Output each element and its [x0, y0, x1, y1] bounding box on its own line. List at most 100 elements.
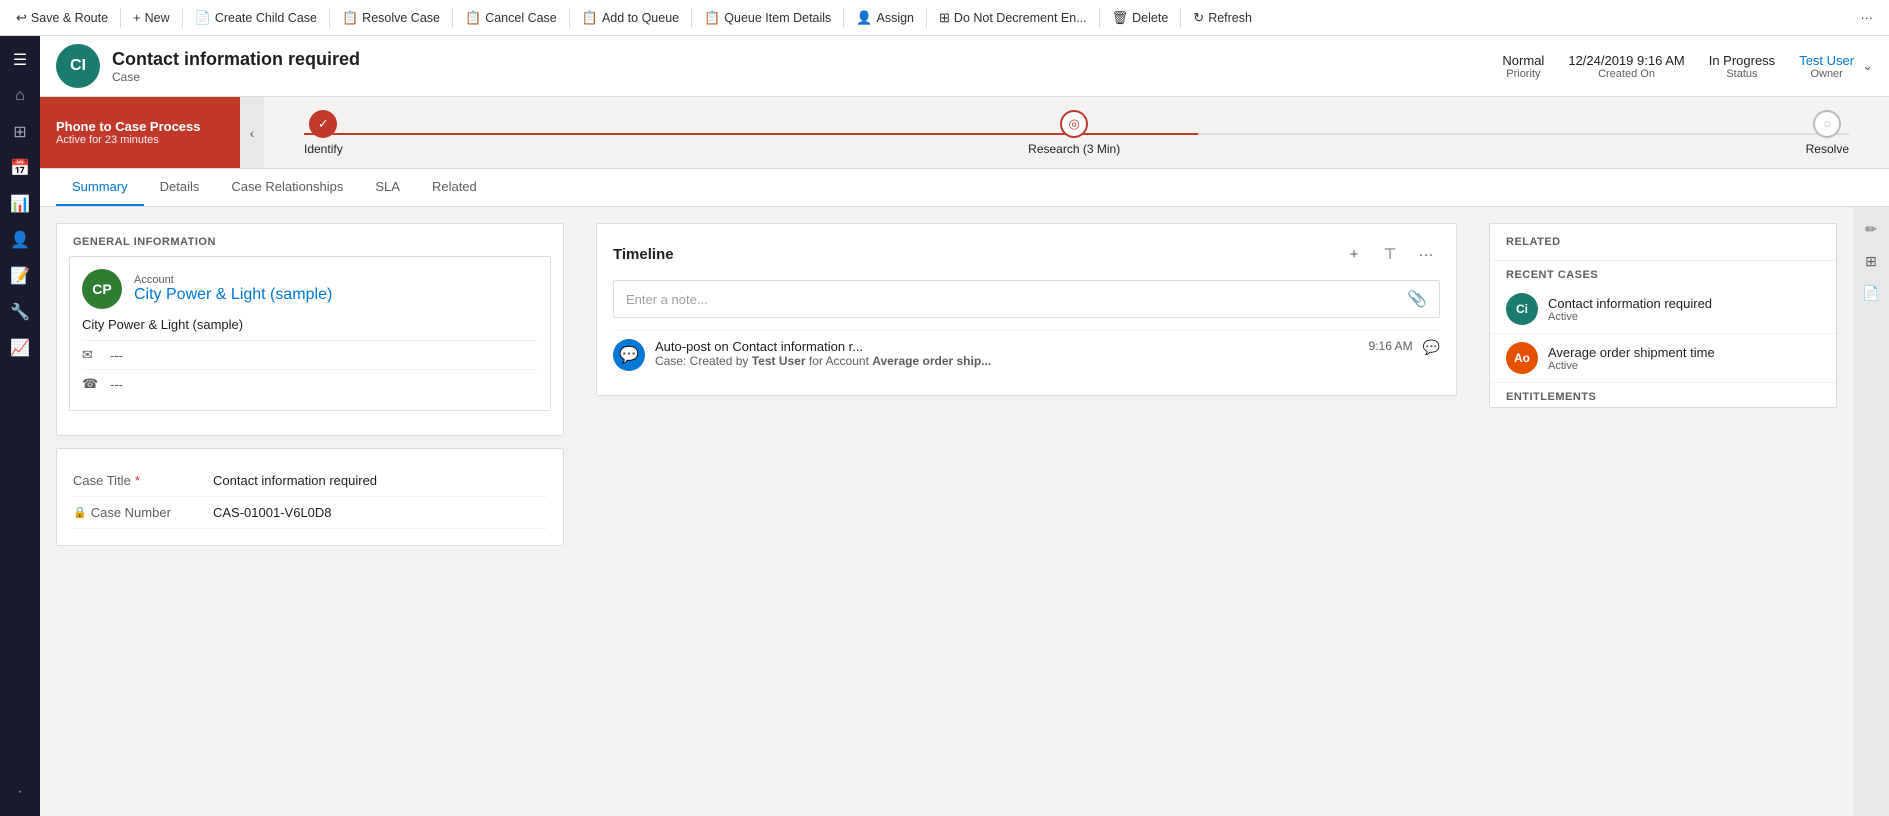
- do-not-decrement-icon: ⊞: [939, 10, 950, 26]
- timeline-item-title: Auto-post on Contact information r...: [655, 339, 1359, 354]
- note-placeholder: Enter a note...: [626, 292, 1407, 307]
- toolbar-separator-2: [182, 8, 183, 28]
- process-phase[interactable]: Phone to Case Process Active for 23 minu…: [40, 97, 240, 168]
- sidebar-settings-icon[interactable]: ·: [4, 776, 36, 808]
- sidebar-menu-icon[interactable]: ☰: [4, 44, 36, 76]
- sidebar-dashboards-icon[interactable]: 📊: [4, 188, 36, 220]
- recent-case-item-2[interactable]: Ao Average order shipment time Active: [1490, 334, 1836, 383]
- far-right-doc-icon[interactable]: 📄: [1857, 279, 1885, 307]
- case-info-card: Case Title * Contact information require…: [56, 448, 564, 546]
- step-identify-circle: ✓: [309, 110, 337, 138]
- meta-status: In Progress Status: [1709, 53, 1775, 80]
- record-subtitle: Case: [112, 70, 1502, 84]
- account-top: CP Account City Power & Light (sample): [82, 269, 538, 309]
- record-header: CI Contact information required Case Nor…: [40, 36, 1889, 97]
- header-chevron-icon[interactable]: ⌄: [1862, 58, 1873, 74]
- step-resolve-label: Resolve: [1806, 142, 1849, 156]
- do-not-decrement-button[interactable]: ⊞ Do Not Decrement En...: [931, 6, 1095, 30]
- sidebar-contacts-icon[interactable]: 👤: [4, 224, 36, 256]
- queue-details-button[interactable]: 📋 Queue Item Details: [696, 6, 839, 30]
- delete-button[interactable]: 🗑 Delete: [1104, 6, 1177, 30]
- timeline-actions: + ⊤ ···: [1340, 240, 1440, 268]
- refresh-button[interactable]: ↻ Refresh: [1185, 6, 1260, 30]
- account-sub-name: City Power & Light (sample): [82, 317, 538, 332]
- toolbar-separator-9: [1099, 8, 1100, 28]
- timeline-item-menu-icon[interactable]: 💬: [1423, 339, 1440, 356]
- account-name-link[interactable]: City Power & Light (sample): [134, 286, 332, 304]
- panel-general-info: GENERAL INFORMATION CP Account City Powe…: [40, 207, 580, 816]
- resolve-case-button[interactable]: 📋 Resolve Case: [334, 6, 448, 30]
- sidebar-tools-icon[interactable]: 🔧: [4, 296, 36, 328]
- toolbar-separator-7: [843, 8, 844, 28]
- related-title: RELATED: [1490, 224, 1836, 261]
- recent-case-info-1: Contact information required Active: [1548, 296, 1712, 323]
- sidebar-reports-icon[interactable]: 📈: [4, 332, 36, 364]
- lock-icon: 🔒: [73, 506, 87, 519]
- header-meta: Normal Priority 12/24/2019 9:16 AM Creat…: [1502, 53, 1854, 80]
- step-research-circle: ◎: [1060, 110, 1088, 138]
- account-avatar: CP: [82, 269, 122, 309]
- tab-details[interactable]: Details: [144, 169, 216, 206]
- record-title: Contact information required: [112, 49, 1502, 70]
- tab-summary[interactable]: Summary: [56, 169, 144, 206]
- cancel-case-button[interactable]: 📋 Cancel Case: [457, 6, 565, 30]
- sidebar-home-icon[interactable]: ⌂: [4, 80, 36, 112]
- app-container: ☰ ⌂ ⊞ 📅 📊 👤 📝 🔧 📈 · CI Contact informati…: [0, 36, 1889, 816]
- recent-case-2-title: Average order shipment time: [1548, 345, 1715, 360]
- sidebar-notes-icon[interactable]: 📝: [4, 260, 36, 292]
- timeline-item: 💬 Auto-post on Contact information r... …: [613, 330, 1440, 379]
- new-button[interactable]: + New: [125, 6, 178, 29]
- attach-icon[interactable]: 📎: [1407, 289, 1427, 309]
- recent-case-info-2: Average order shipment time Active: [1548, 345, 1715, 372]
- timeline-item-content: Auto-post on Contact information r... Ca…: [655, 339, 1359, 368]
- process-step-identify[interactable]: ✓ Identify: [304, 110, 343, 156]
- tab-related[interactable]: Related: [416, 169, 493, 206]
- far-right-grid-icon[interactable]: ⊞: [1857, 247, 1885, 275]
- timeline-item-time: 9:16 AM: [1369, 339, 1413, 353]
- case-title-row: Case Title * Contact information require…: [73, 465, 547, 497]
- recent-case-2-status: Active: [1548, 360, 1715, 372]
- related-card: RELATED RECENT CASES Ci Contact informat…: [1489, 223, 1837, 408]
- meta-created-on: 12/24/2019 9:16 AM Created On: [1568, 53, 1684, 80]
- tab-sla[interactable]: SLA: [359, 169, 416, 206]
- create-child-button[interactable]: 📄 Create Child Case: [187, 6, 325, 30]
- entitlements-title: ENTITLEMENTS: [1490, 383, 1836, 407]
- general-info-card: GENERAL INFORMATION CP Account City Powe…: [56, 223, 564, 436]
- process-step-research[interactable]: ◎ Research (3 Min): [1028, 110, 1120, 156]
- process-phase-title: Phone to Case Process: [56, 119, 224, 134]
- sidebar-entities-icon[interactable]: ⊞: [4, 116, 36, 148]
- recent-case-1-title: Contact information required: [1548, 296, 1712, 311]
- recent-case-1-status: Active: [1548, 311, 1712, 323]
- general-info-title: GENERAL INFORMATION: [57, 224, 563, 256]
- record-avatar: CI: [56, 44, 100, 88]
- phone-icon: ☎: [82, 376, 102, 392]
- timeline-item-avatar: 💬: [613, 339, 645, 371]
- add-queue-button[interactable]: 📋 Add to Queue: [574, 6, 687, 30]
- note-input-area[interactable]: Enter a note... 📎: [613, 280, 1440, 318]
- timeline-more-button[interactable]: ···: [1412, 240, 1440, 268]
- recent-case-avatar-1: Ci: [1506, 293, 1538, 325]
- toolbar-separator-8: [926, 8, 927, 28]
- process-collapse-icon[interactable]: ‹: [240, 97, 264, 168]
- timeline-filter-button[interactable]: ⊤: [1376, 240, 1404, 268]
- recent-case-item-1[interactable]: Ci Contact information required Active: [1490, 285, 1836, 334]
- tab-case-relationships[interactable]: Case Relationships: [215, 169, 359, 206]
- account-email-row: ✉ ---: [82, 340, 538, 369]
- account-label: Account: [134, 274, 332, 286]
- meta-owner: Test User Owner: [1799, 53, 1854, 80]
- panel-timeline: Timeline + ⊤ ··· Enter a note... 📎 💬: [580, 207, 1473, 816]
- timeline-header: Timeline + ⊤ ···: [613, 240, 1440, 268]
- save-route-button[interactable]: ↩ Save & Route: [8, 6, 116, 30]
- timeline-add-button[interactable]: +: [1340, 240, 1368, 268]
- panel-related: RELATED RECENT CASES Ci Contact informat…: [1473, 207, 1853, 816]
- save-route-icon: ↩: [16, 10, 27, 26]
- assign-button[interactable]: 👤 Assign: [848, 6, 922, 30]
- sidebar-activities-icon[interactable]: 📅: [4, 152, 36, 184]
- toolbar: ↩ Save & Route + New 📄 Create Child Case…: [0, 0, 1889, 36]
- more-button[interactable]: ···: [1853, 7, 1882, 29]
- case-number-value: CAS-01001-V6L0D8: [213, 505, 547, 520]
- far-right-pencil-icon[interactable]: ✏: [1857, 215, 1885, 243]
- toolbar-separator-4: [452, 8, 453, 28]
- process-step-resolve[interactable]: ○ Resolve: [1806, 110, 1849, 156]
- recent-cases-title: RECENT CASES: [1490, 261, 1836, 285]
